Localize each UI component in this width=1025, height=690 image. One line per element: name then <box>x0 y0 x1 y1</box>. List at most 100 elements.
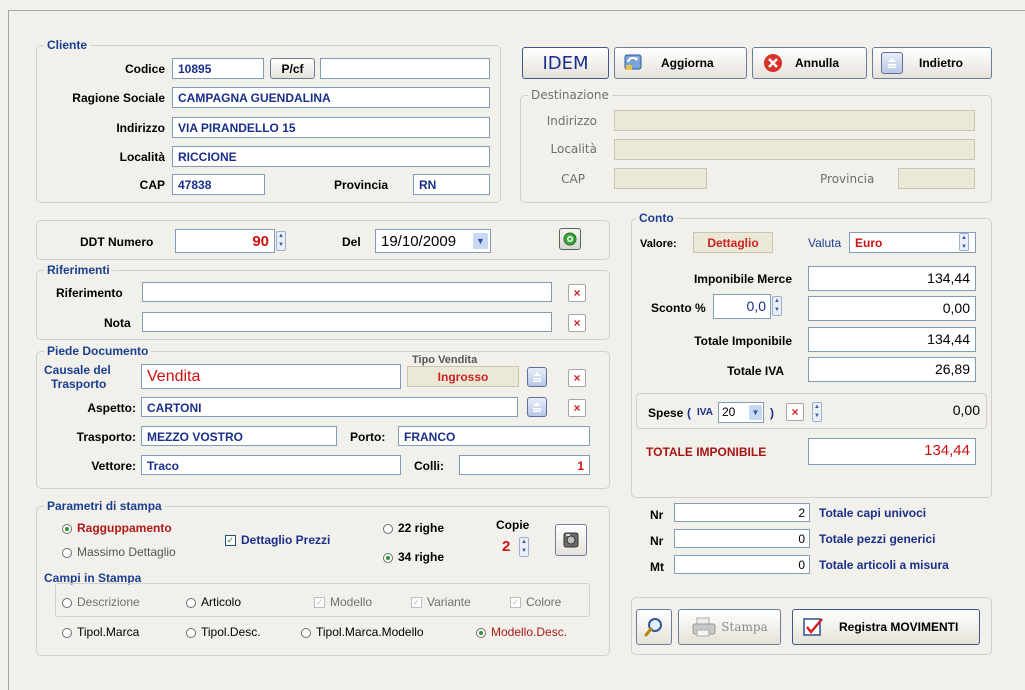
cap-input[interactable]: 47838 <box>172 174 265 195</box>
pezzi-generici-label: Totale pezzi generici <box>819 532 936 546</box>
idem-button[interactable]: IDEM <box>522 47 609 79</box>
articolo-radio[interactable]: Articolo <box>186 595 241 609</box>
indietro-button[interactable]: Indietro <box>872 47 992 79</box>
porto-input[interactable]: FRANCO <box>398 426 590 446</box>
radio-selected-icon <box>62 523 72 534</box>
aspetto-clear-button[interactable]: × <box>568 399 586 417</box>
spese-spinner[interactable]: ▲ ▼ <box>812 402 822 422</box>
pcf-input[interactable] <box>320 58 490 79</box>
radio-icon <box>62 627 72 638</box>
stampa-button[interactable]: Stampa <box>678 609 781 645</box>
valuta-spinner[interactable]: ▲ ▼ <box>959 233 969 251</box>
totale-imponibile-input[interactable]: 134,44 <box>808 327 976 352</box>
righe34-radio[interactable]: 34 righe <box>383 550 444 564</box>
mt-label: Mt <box>650 560 664 574</box>
valuta-select[interactable]: Euro <box>849 232 976 253</box>
annulla-label: Annulla <box>795 56 839 70</box>
variante-checkbox[interactable]: ✓ Variante <box>411 595 471 609</box>
totale-finale-input[interactable]: 134,44 <box>808 438 976 465</box>
totale-imponibile-label: Totale Imponibile <box>694 334 792 348</box>
nota-input[interactable] <box>142 312 552 332</box>
ddt-numero-label: DDT Numero <box>80 235 154 249</box>
riferimento-clear-button[interactable]: × <box>568 284 586 302</box>
printer-settings-button[interactable] <box>555 524 587 556</box>
massimo-dettaglio-radio[interactable]: Massimo Dettaglio <box>62 545 176 559</box>
nr-label-1: Nr <box>650 508 664 522</box>
colore-label: Colore <box>526 595 562 609</box>
sconto-value-input[interactable]: 0,00 <box>808 296 976 321</box>
trasporto-label: Trasporto: <box>76 430 136 444</box>
spese-clear-button[interactable]: × <box>786 403 804 421</box>
colore-checkbox[interactable]: ✓ Colore <box>510 595 561 609</box>
righe34-label: 34 righe <box>398 550 445 564</box>
spese-close-paren: ) <box>770 406 774 420</box>
descrizione-radio[interactable]: Descrizione <box>62 595 140 609</box>
causale-list-button[interactable] <box>527 367 547 387</box>
spese-value[interactable]: 0,00 <box>830 402 980 423</box>
tipol-marca-modello-radio[interactable]: Tipol.Marca.Modello <box>301 625 424 639</box>
dest-localita-input[interactable] <box>614 139 975 160</box>
list-icon <box>533 402 541 412</box>
ragione-sociale-input[interactable]: CAMPAGNA GUENDALINA <box>172 87 490 108</box>
causale-clear-button[interactable]: × <box>568 369 586 387</box>
riferimento-label: Riferimento <box>56 286 123 300</box>
tipol-desc-radio[interactable]: Tipol.Desc. <box>186 625 261 639</box>
cliente-legend: Cliente <box>44 38 91 52</box>
aggiorna-button[interactable]: Aggiorna <box>614 47 747 79</box>
list-icon <box>881 52 903 74</box>
dettaglio-prezzi-checkbox[interactable]: ✓ Dettaglio Prezzi <box>225 533 330 547</box>
radio-selected-icon <box>476 627 486 638</box>
add-button[interactable] <box>559 228 581 250</box>
pcf-button[interactable]: P/cf <box>270 58 315 79</box>
destinazione-legend: Destinazione <box>528 88 612 102</box>
codice-label: Codice <box>124 62 165 76</box>
imponibile-merce-input[interactable]: 134,44 <box>808 266 976 291</box>
provincia-input[interactable]: RN <box>413 174 490 195</box>
tipol-marca-label: Tipol.Marca <box>77 625 140 639</box>
cancel-icon <box>764 54 782 72</box>
aspetto-input[interactable]: CARTONI <box>141 397 518 417</box>
dest-provincia-input[interactable] <box>898 168 975 189</box>
registra-movimenti-button[interactable]: Registra MOVIMENTI <box>792 609 980 645</box>
colli-input[interactable]: 1 <box>459 455 590 475</box>
copie-spinner[interactable]: ▲ ▼ <box>519 537 529 557</box>
valuta-label: Valuta <box>808 236 842 250</box>
modello-checkbox[interactable]: ✓ Modello <box>314 595 372 609</box>
totale-iva-input[interactable]: 26,89 <box>808 357 976 382</box>
aspetto-list-button[interactable] <box>527 397 547 417</box>
tipol-marca-radio[interactable]: Tipol.Marca <box>62 625 139 639</box>
articoli-misura-input: 0 <box>674 555 810 574</box>
ddt-numero-input[interactable]: 90 <box>175 229 275 253</box>
ddt-numero-spinner[interactable]: ▲ ▼ <box>276 231 286 251</box>
annulla-button[interactable]: Annulla <box>752 47 867 79</box>
parametri-stampa-legend: Parametri di stampa <box>44 499 165 513</box>
capi-univoci-label: Totale capi univoci <box>819 506 927 520</box>
stampa-label: Stampa <box>721 620 768 634</box>
indirizzo-input[interactable]: VIA PIRANDELLO 15 <box>172 117 490 138</box>
nota-clear-button[interactable]: × <box>568 314 586 332</box>
codice-input[interactable]: 10895 <box>172 58 264 79</box>
vettore-input[interactable]: Traco <box>141 455 401 475</box>
righe22-radio[interactable]: 22 righe <box>383 521 444 535</box>
sconto-perc-input[interactable]: 0,0 <box>713 294 771 319</box>
radio-icon <box>62 597 72 608</box>
search-button[interactable] <box>636 609 672 645</box>
checkbox-check-icon <box>803 618 823 636</box>
chevron-down-icon[interactable]: ▼ <box>749 405 762 420</box>
localita-input[interactable]: RICCIONE <box>172 146 490 167</box>
trasporto-input[interactable]: MEZZO VOSTRO <box>141 426 337 446</box>
sconto-label: Sconto % <box>651 301 706 315</box>
dest-cap-input[interactable] <box>614 168 707 189</box>
chevron-down-icon[interactable]: ▼ <box>473 233 488 249</box>
dest-indirizzo-input[interactable] <box>614 110 975 131</box>
copie-input[interactable]: 2 <box>498 536 518 558</box>
riferimento-input[interactable] <box>142 282 552 302</box>
raggruppamento-radio[interactable]: Ragguppamento <box>62 521 172 535</box>
tipo-vendita-label: Tipo Vendita <box>412 354 478 366</box>
modello-desc-radio[interactable]: Modello.Desc. <box>476 625 567 639</box>
causale-input[interactable]: Vendita <box>141 364 401 389</box>
indirizzo-label: Indirizzo <box>116 121 165 135</box>
radio-selected-icon <box>383 552 393 563</box>
del-label: Del <box>342 235 361 249</box>
sconto-spinner[interactable]: ▲ ▼ <box>772 296 782 316</box>
